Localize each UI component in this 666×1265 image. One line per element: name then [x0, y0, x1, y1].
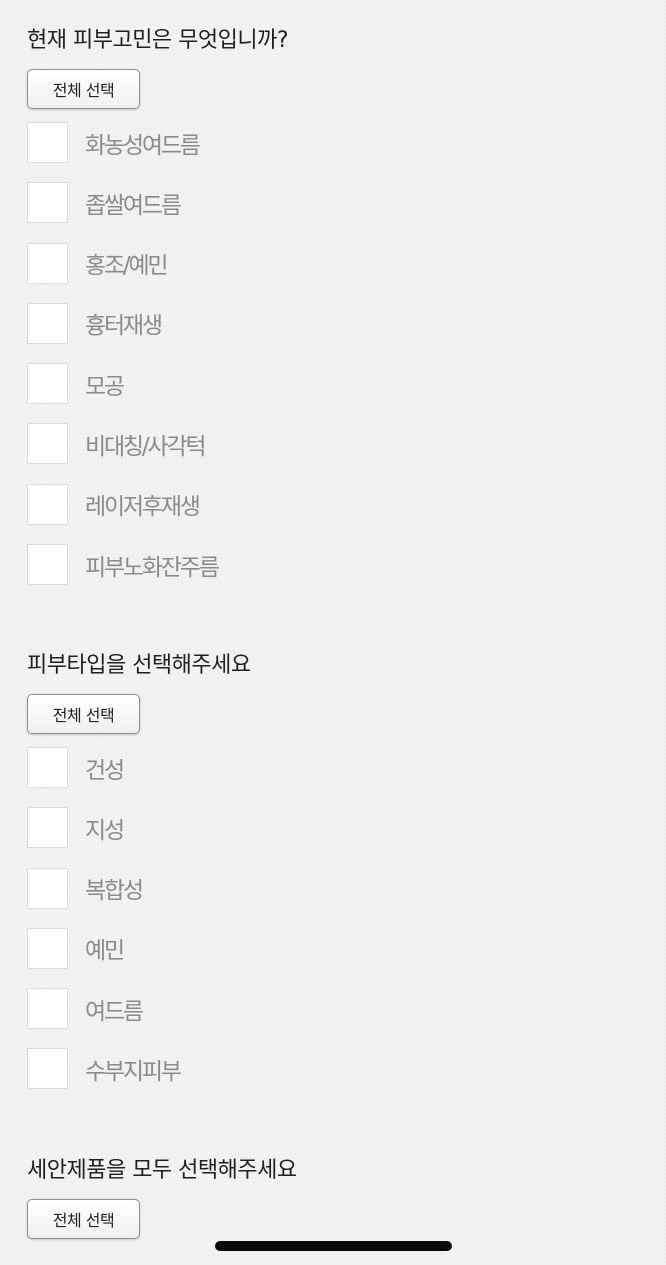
skin-type-section: 피부타입을 선택해주세요 전체 선택 건성 지성 복합성 예민 여드름 수부지피…	[27, 651, 647, 1109]
option-label: 홍조/예민	[85, 253, 169, 280]
checkbox[interactable]	[27, 363, 68, 405]
skin-type-question: 피부타입을 선택해주세요	[27, 653, 251, 678]
option-label: 건성	[85, 757, 125, 784]
checkbox[interactable]	[27, 483, 68, 525]
option-row[interactable]: 여드름	[27, 988, 647, 1030]
checkbox[interactable]	[27, 927, 68, 969]
skin-concern-question: 현재 피부고민은 무엇입니까?	[27, 28, 289, 53]
option-row[interactable]: 건성	[27, 747, 647, 788]
option-row[interactable]: 예민	[27, 927, 647, 969]
option-row[interactable]: 화농성여드름	[27, 122, 647, 163]
checkbox[interactable]	[27, 807, 68, 849]
option-row[interactable]: 수부지피부	[27, 1048, 647, 1090]
option-row[interactable]: 레이저후재생	[27, 483, 647, 525]
checkbox[interactable]	[27, 302, 68, 344]
checkbox[interactable]	[27, 182, 68, 224]
skin-type-select-all-button[interactable]: 전체 선택	[27, 694, 140, 734]
option-label: 비대칭/사각턱	[85, 433, 207, 460]
home-indicator	[215, 1241, 452, 1251]
option-row[interactable]: 모공	[27, 363, 647, 405]
option-row[interactable]: 흉터재생	[27, 302, 647, 344]
checkbox[interactable]	[27, 1048, 68, 1090]
option-label: 좁쌀여드름	[85, 192, 182, 219]
option-label: 피부노화잔주름	[85, 554, 220, 581]
option-label: 지성	[85, 817, 125, 844]
option-row[interactable]: 홍조/예민	[27, 242, 647, 284]
option-label: 수부지피부	[85, 1058, 182, 1085]
option-row[interactable]: 복합성	[27, 867, 647, 909]
checkbox[interactable]	[27, 544, 68, 586]
cleanser-select-all-button[interactable]: 전체 선택	[27, 1199, 140, 1239]
option-label: 흉터재생	[85, 313, 163, 340]
skin-concern-option-list: 화농성여드름 좁쌀여드름 홍조/예민 흉터재생 모공 비대칭/사각턱 레이저후재…	[27, 122, 647, 586]
option-label: 복합성	[85, 878, 144, 905]
option-row[interactable]: 피부노화잔주름	[27, 544, 647, 586]
option-row[interactable]: 좁쌀여드름	[27, 182, 647, 224]
option-label: 모공	[85, 373, 125, 400]
checkbox[interactable]	[27, 423, 68, 465]
checkbox[interactable]	[27, 122, 68, 163]
option-label: 여드름	[85, 998, 144, 1025]
skin-concern-section: 현재 피부고민은 무엇입니까? 전체 선택 화농성여드름 좁쌀여드름 홍조/예민…	[27, 26, 647, 604]
checkbox[interactable]	[27, 747, 68, 788]
checkbox[interactable]	[27, 867, 68, 909]
skin-type-option-list: 건성 지성 복합성 예민 여드름 수부지피부	[27, 747, 647, 1090]
option-label: 예민	[85, 938, 125, 965]
cleanser-section: 세안제품을 모두 선택해주세요 전체 선택	[27, 1156, 647, 1239]
option-row[interactable]: 비대칭/사각턱	[27, 423, 647, 465]
checkbox[interactable]	[27, 988, 68, 1030]
skin-concern-select-all-button[interactable]: 전체 선택	[27, 69, 140, 109]
option-label: 레이저후재생	[85, 494, 201, 521]
cleanser-question: 세안제품을 모두 선택해주세요	[27, 1158, 297, 1183]
option-row[interactable]: 지성	[27, 807, 647, 849]
option-label: 화농성여드름	[85, 132, 201, 159]
checkbox[interactable]	[27, 242, 68, 284]
